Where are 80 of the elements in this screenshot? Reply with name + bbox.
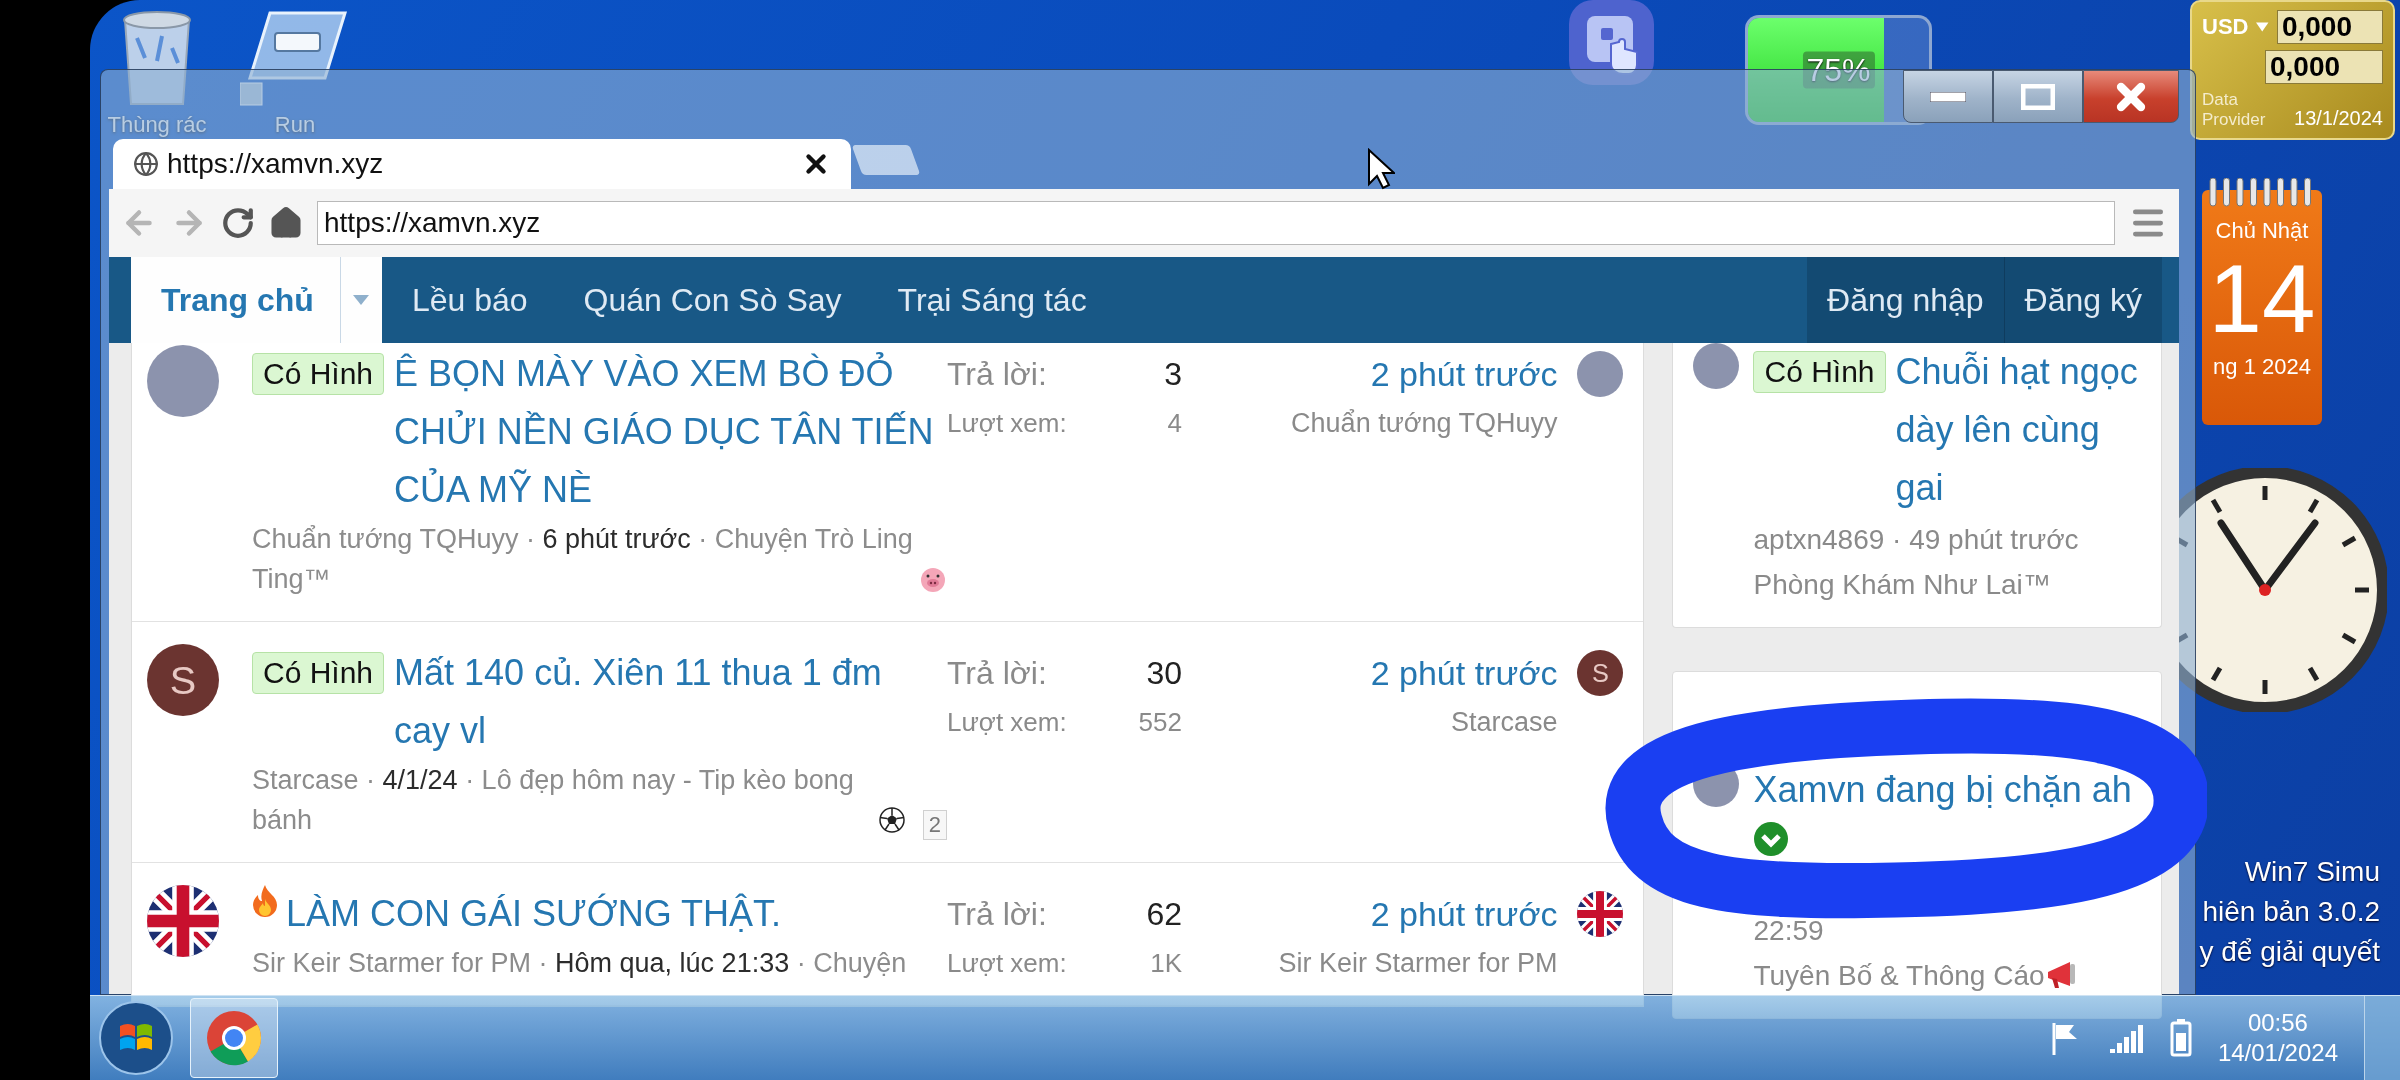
flag-avatar [1577, 891, 1624, 937]
maximize-button[interactable] [1993, 70, 2083, 123]
currency-date: 13/1/2024 [2294, 107, 2383, 130]
address-bar[interactable]: https://xamvn.xyz [317, 201, 2115, 245]
post-meta: aptxn4869 · 49 phút trước [1753, 523, 2079, 557]
minimize-button[interactable] [1903, 70, 1993, 123]
amount-field[interactable]: 0,000 [2265, 50, 2383, 84]
desktop-text: hiên bản 3.0.2 [2202, 895, 2380, 929]
forum-name: Phòng Khám Như Lai™ [1753, 569, 2051, 600]
stat-label: Trả lời: [947, 654, 1048, 693]
desktop-icon-label: Run [274, 112, 316, 138]
home-icon[interactable] [269, 206, 303, 240]
view-count: 1K [1149, 947, 1182, 980]
nav-tab[interactable]: Trại Sáng tác [867, 257, 1113, 343]
nav-tab[interactable]: Quán Con Sò Say [553, 257, 868, 343]
tray-time: 00:56 [2247, 1008, 2308, 1038]
calendar-day: 14 [2208, 244, 2316, 354]
desktop-text: Win7 Simu [2244, 855, 2380, 889]
thread-title[interactable]: Ê BỌN MÀY VÀO XEM BÒ ĐỎ CHỬI NỀN GIÁO DỤC TÂN TIẾN CỦA MỸ NÈ [394, 345, 947, 519]
battery-icon[interactable] [2169, 1019, 2192, 1057]
letter-avatar: S [147, 644, 219, 716]
stat-label: Trả lời: [947, 355, 1048, 394]
amount-field[interactable]: 0,000 [2276, 10, 2383, 44]
stat-label: Lượt xem: [947, 947, 1068, 980]
caret-icon[interactable] [2256, 22, 2269, 32]
thread-meta: Sir Keir Starmer for PM · Hôm qua, lúc 21:33 · Chuyện [252, 947, 907, 980]
avatar-photo [1693, 343, 1740, 389]
new-tab-button[interactable] [851, 145, 921, 175]
desktop-text: y để giải quyết [2199, 935, 2380, 969]
thread-title[interactable]: Mất 140 củ. Xiên 11 thua 1 đm cay vl [394, 644, 947, 760]
desktop-icon-label: Thùng rác [107, 112, 207, 138]
thread-title[interactable]: Chuỗi hạt ngọc dày lên cùng gai [1895, 343, 2143, 517]
browser-tab[interactable]: https://xamvn.xyz [113, 139, 851, 189]
thread-meta: Chuẩn tướng TQHuyy · 6 phút trước · Chuyện Trò Ling Ting™ [252, 523, 913, 596]
prefix-tag: Có Hình [1753, 351, 1886, 393]
reply-count: 62 [1146, 895, 1182, 934]
start-button[interactable] [98, 1000, 174, 1076]
forum-name: Tuyên Bố & Thông Cáo [1753, 960, 2045, 991]
touch-lock-icon[interactable] [1569, 0, 1654, 85]
post-meta: 22:59 [1753, 914, 1824, 948]
last-post-time[interactable]: 2 phút trước [1370, 885, 1558, 943]
calendar-weekday: Chủ Nhật [2215, 218, 2309, 244]
letter-avatar: S [1577, 650, 1624, 696]
stat-label: Trả lời: [947, 895, 1048, 934]
pig-icon [919, 566, 947, 592]
globe-icon [133, 151, 159, 177]
account-link[interactable]: Đăng nhập [1807, 257, 2004, 343]
thread-meta: Starcase · 4/1/24 · Lô đẹp hôm nay - Tip kèo bong bánh [252, 764, 855, 837]
stat-label: Lượt xem: [947, 407, 1068, 440]
prefix-tag: Có Hình [252, 353, 385, 395]
prefix-tag: Có Hình [252, 652, 385, 694]
view-count: 552 [1138, 706, 1182, 739]
taskbar-app-button[interactable] [190, 998, 278, 1078]
last-poster: Chuẩn tướng TQHuyy [1291, 407, 1558, 440]
last-post-time[interactable]: 2 phút trước [1370, 644, 1558, 702]
last-poster: Sir Keir Starmer for PM [1278, 947, 1558, 980]
reply-count: 3 [1164, 355, 1182, 394]
tray-date: 14/01/2024 [2217, 1038, 2338, 1068]
thread-title[interactable]: LÀM CON GÁI SƯỚNG THẬT. [286, 885, 782, 943]
close-button[interactable] [2083, 70, 2179, 123]
last-post-time[interactable]: 2 phút trước [1370, 345, 1558, 403]
thread-title[interactable]: Xamvn đang bị chặn ah [1753, 761, 2132, 819]
avatar-photo [1577, 351, 1624, 397]
calendar-month: ng 1 2024 [2213, 354, 2311, 380]
nav-tab[interactable]: Trang chủ [131, 257, 340, 343]
last-poster: Starcase [1450, 706, 1558, 739]
stat-label: Lượt xem: [947, 706, 1068, 739]
caret-icon [353, 295, 370, 305]
soccer-ball-icon [878, 807, 905, 833]
minimize-icon [1930, 91, 1966, 102]
tab-title: https://xamvn.xyz [167, 148, 385, 180]
data-provider-label: Data Provider [2202, 90, 2267, 130]
view-count: 4 [1166, 407, 1182, 440]
signal-icon[interactable] [2109, 1023, 2144, 1053]
page-number-link[interactable]: 2 [922, 810, 947, 840]
browser-icon [206, 1010, 262, 1066]
maximize-icon [2021, 83, 2055, 110]
reload-icon[interactable] [221, 206, 255, 240]
reply-count: 30 [1145, 654, 1182, 693]
nav-tab[interactable]: Lều báo [381, 257, 554, 343]
